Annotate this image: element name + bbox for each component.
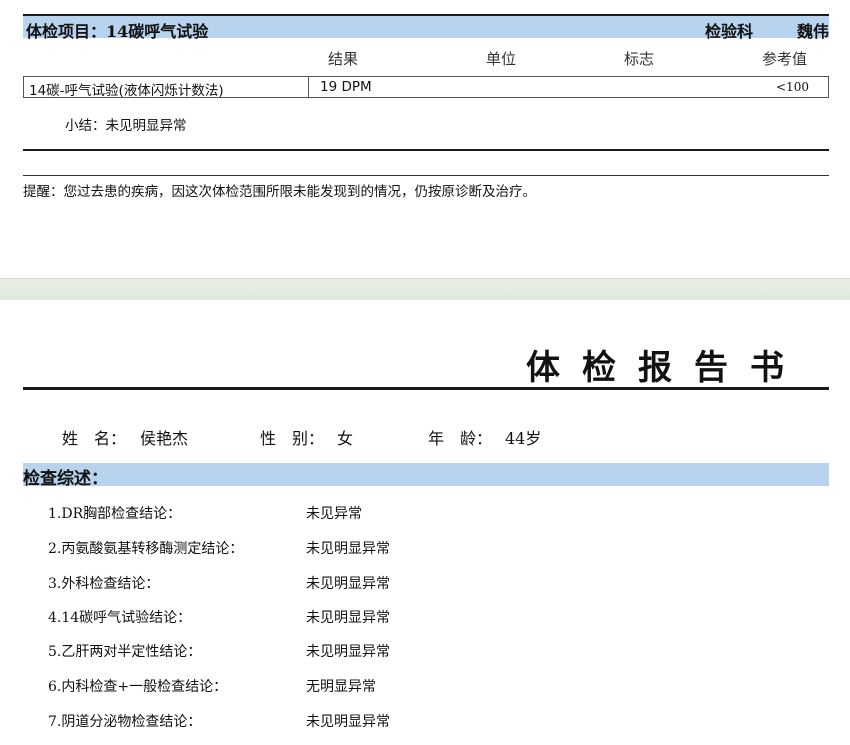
cell-divider — [308, 77, 309, 97]
title-rule — [23, 387, 829, 390]
finding-label: 5.乙肝两对半定性结论： — [48, 644, 202, 660]
sex-label: 性 别： — [260, 429, 325, 448]
patient-name: 侯艳杰 — [140, 429, 189, 448]
result-value: 19 DPM — [320, 79, 372, 95]
column-header-unit: 单位 — [486, 50, 517, 68]
age-label: 年 龄： — [428, 429, 493, 448]
page-separator — [0, 278, 850, 302]
divider — [23, 175, 829, 176]
department: 检验科 — [705, 22, 754, 41]
finding-label: 6.内科检查+一般检查结论： — [48, 679, 228, 695]
patient-sex: 女 — [337, 429, 354, 448]
divider — [23, 149, 829, 151]
column-header-flag: 标志 — [624, 50, 655, 68]
finding-value: 未见明显异常 — [306, 644, 390, 660]
column-header-reference: 参考值 — [762, 50, 808, 68]
report-page-lab: 体检项目：14碳呼气试验 检验科 魏伟 结果 单位 标志 参考值 14碳-呼气试… — [0, 0, 850, 278]
project-header: 体检项目：14碳呼气试验 检验科 魏伟 — [23, 14, 829, 41]
table-row: 14碳-呼气试验(液体闪烁计数法) 19 DPM <100 — [23, 76, 829, 99]
finding-label: 7.阴道分泌物检查结论： — [48, 714, 202, 730]
finding-value: 未见明显异常 — [306, 541, 390, 557]
finding-value: 未见明显异常 — [306, 714, 390, 730]
section-header: 检查综述： — [23, 463, 829, 489]
finding-label: 4.14碳呼气试验结论： — [48, 610, 192, 626]
report-title: 体检报告书 — [526, 348, 806, 388]
finding-value: 未见明显异常 — [306, 610, 390, 626]
finding-label: 1.DR胸部检查结论： — [48, 506, 182, 522]
finding-value: 未见异常 — [306, 506, 362, 522]
item-name: 14碳-呼气试验(液体闪烁计数法) — [29, 83, 224, 99]
project-title: 体检项目：14碳呼气试验 — [26, 22, 209, 41]
section-title: 检查综述： — [23, 469, 108, 489]
finding-value: 未见明显异常 — [306, 576, 390, 592]
reference-value: <100 — [776, 80, 809, 94]
column-header-result: 结果 — [328, 50, 359, 68]
finding-label: 2.丙氨酸氨基转移酶测定结论： — [48, 541, 244, 557]
summary-text: 小结：未见明显异常 — [65, 118, 187, 134]
reminder-text: 提醒：您过去患的疾病，因这次体检范围所限未能发现到的情况，仍按原诊断及治疗。 — [23, 184, 536, 200]
finding-value: 无明显异常 — [306, 679, 376, 695]
name-label: 姓 名： — [62, 429, 127, 448]
doctor-name: 魏伟 — [797, 22, 830, 41]
report-page-summary: 体检报告书 姓 名： 侯艳杰 性 别： 女 年 龄： 44岁 检查综述： 1.D… — [0, 300, 850, 745]
finding-label: 3.外科检查结论： — [48, 576, 160, 592]
patient-age: 44岁 — [505, 429, 542, 448]
